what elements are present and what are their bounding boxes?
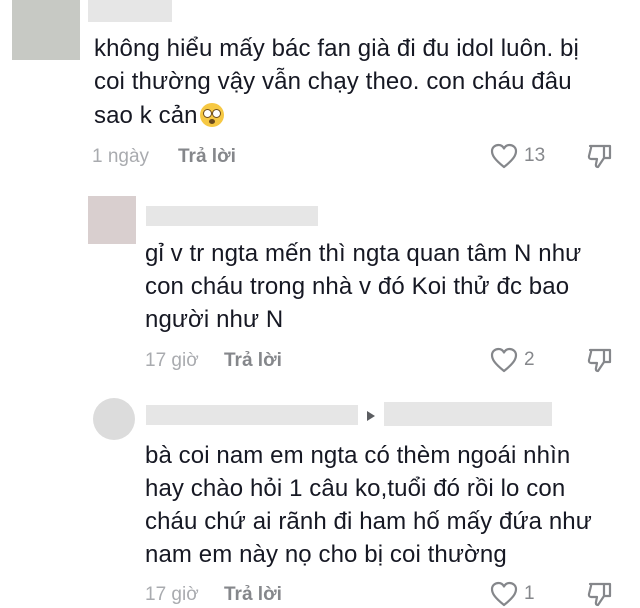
thumbs-down-icon[interactable]: [586, 142, 614, 170]
flushed-face-emoji: [199, 103, 224, 127]
like-count: 2: [524, 349, 535, 370]
like-button[interactable]: 2: [490, 347, 535, 373]
heart-outline-icon: [490, 347, 518, 373]
comment-text-line: bà coi nam em ngta có thèm ngoái nhìn: [145, 442, 571, 469]
triangle-right-icon: [366, 410, 376, 422]
heart-outline-icon: [490, 581, 518, 607]
comment-text-fragment: sao k cản: [94, 102, 198, 129]
comment-text-line: cháu chứ ai rãnh đi ham hố mấy đứa như: [145, 508, 592, 535]
comment-timestamp: 17 giờ: [145, 584, 199, 605]
comment-text-line: hay chào hỏi 1 câu ko,tuổi đó rồi lo con: [145, 475, 566, 502]
reply-button[interactable]: Trả lời: [178, 146, 236, 168]
like-button[interactable]: 1: [490, 581, 535, 607]
avatar[interactable]: [93, 398, 135, 440]
username-redacted[interactable]: [146, 206, 318, 226]
thumbs-down-icon[interactable]: [586, 580, 614, 608]
avatar[interactable]: [88, 196, 136, 244]
username-redacted[interactable]: [146, 405, 358, 425]
comment-text-line: gỉ v tr ngta mến thì ngta quan tâm N như: [145, 240, 582, 267]
reply-button[interactable]: Trả lời: [224, 350, 282, 372]
heart-outline-icon: [490, 143, 518, 169]
reply-button[interactable]: Trả lời: [224, 584, 282, 606]
like-count: 13: [524, 145, 546, 166]
comment-timestamp: 17 giờ: [145, 350, 199, 371]
thumbs-down-icon[interactable]: [586, 346, 614, 374]
comment-text-line: nam em này nọ cho bị coi thường: [145, 541, 507, 568]
comment-timestamp: 1 ngày: [92, 146, 150, 167]
comment-text-line: sao k cản: [94, 98, 224, 134]
avatar[interactable]: [12, 0, 80, 60]
username-redacted[interactable]: [88, 0, 172, 22]
comment-text-line: không hiểu mấy bác fan già đi đu idol lu…: [94, 35, 579, 62]
like-button[interactable]: 13: [490, 143, 545, 169]
reply-to-username-redacted[interactable]: [384, 402, 552, 426]
comment-text-line: con cháu trong nhà v đó Koi thử đc bao: [145, 273, 570, 300]
comment-text-line: coi thường vậy vẫn chạy theo. con cháu đ…: [94, 68, 572, 95]
comment-text-line: người như N: [145, 306, 284, 333]
like-count: 1: [524, 583, 535, 604]
